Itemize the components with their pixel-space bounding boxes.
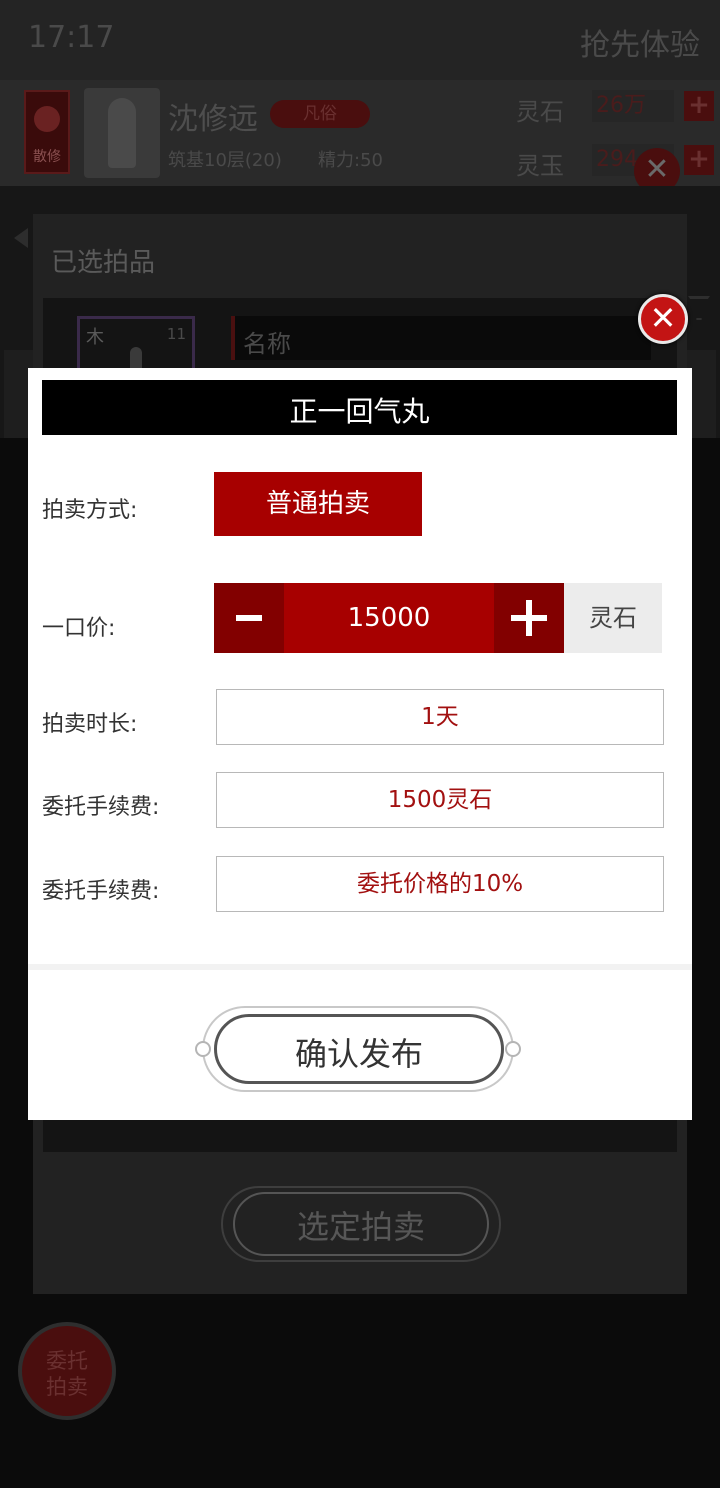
add-spirit-stone-button[interactable]: + [684, 91, 714, 121]
auction-method-button[interactable]: 普通拍卖 [214, 472, 422, 536]
item-element-tag: 木 [86, 327, 104, 348]
player-energy: 精力:50 [318, 150, 383, 171]
spirit-stone-label: 灵石 [516, 98, 564, 126]
close-icon[interactable]: ✕ [638, 294, 688, 344]
name-column-label: 名称 [243, 330, 291, 358]
consign-fee-rate-label: 委托手续费: [42, 879, 160, 904]
early-access-label: 抢先体验 [580, 28, 700, 63]
item-count: 11 [166, 325, 186, 343]
player-level: 筑基10层(20) [168, 150, 282, 171]
consign-fee-field: 1500灵石 [216, 772, 664, 828]
auction-method-label: 拍卖方式: [42, 498, 138, 523]
select-auction-button[interactable]: 选定拍卖 [221, 1186, 501, 1262]
back-arrow-icon[interactable] [14, 228, 28, 248]
sect-badge[interactable]: 散修 [24, 90, 70, 174]
sect-label: 散修 [33, 149, 61, 165]
sect-emblem-icon [34, 106, 60, 132]
spirit-jade-label: 灵玉 [516, 152, 564, 180]
buyout-price-label: 一口价: [42, 616, 116, 641]
player-name: 沈修远 [168, 102, 258, 137]
spirit-stone-value: 26万 [592, 90, 674, 122]
status-bar: 17:17 抢先体验 [0, 0, 720, 80]
modal-divider [28, 964, 692, 970]
consign-fee-label: 委托手续费: [42, 795, 160, 820]
consign-fee-rate-field: 委托价格的10% [216, 856, 664, 912]
buyout-price-stepper: 15000 [214, 583, 564, 653]
rank-badge: 凡俗 [270, 100, 370, 128]
consign-auction-button[interactable]: 委托拍卖 [18, 1322, 116, 1420]
confirm-right-ornament [505, 1041, 521, 1057]
selected-item-card[interactable]: 木 11 [77, 316, 195, 373]
modal-title-bar: 正一回气丸 [42, 380, 677, 435]
selected-panel-title: 已选拍品 [51, 248, 156, 278]
select-auction-label: 选定拍卖 [296, 1208, 425, 1246]
auction-duration-label: 拍卖时长: [42, 712, 138, 737]
price-currency-label: 灵石 [564, 583, 662, 653]
item-name-title: 正一回气丸 [289, 395, 430, 428]
name-column-header: 名称 [231, 316, 651, 360]
confirm-left-ornament [195, 1041, 211, 1057]
status-time: 17:17 [28, 20, 115, 55]
consign-auction-label: 委托拍卖 [46, 1349, 88, 1399]
auction-duration-field[interactable]: 1天 [216, 689, 664, 745]
listing-modal: 正一回气丸 拍卖方式: 普通拍卖 一口价: 15000 灵石 拍卖时长: 1天 … [28, 368, 692, 1120]
buyout-price-value[interactable]: 15000 [284, 583, 494, 653]
player-info-bar: 散修 沈修远 凡俗 筑基10层(20) 精力:50 灵石 26万 + 灵玉 29… [0, 80, 720, 186]
avatar[interactable] [84, 88, 160, 178]
add-spirit-jade-button[interactable]: + [684, 145, 714, 175]
confirm-publish-label: 确认发布 [294, 1035, 423, 1073]
decrease-price-button[interactable] [214, 583, 284, 653]
confirm-publish-button[interactable]: 确认发布 [214, 1014, 504, 1084]
increase-price-button[interactable] [494, 583, 564, 653]
